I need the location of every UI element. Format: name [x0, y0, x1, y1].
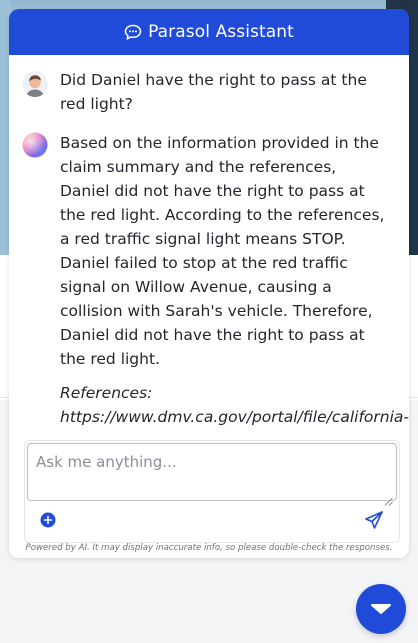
resize-grip-icon[interactable] [384, 491, 393, 506]
user-message-text: Did Daniel have the right to pass at the… [60, 71, 367, 113]
scroll-down-button[interactable] [356, 584, 406, 634]
assistant-message-text: Based on the information provided in the… [60, 134, 385, 368]
plus-circle-icon [40, 512, 56, 528]
assistant-panel: Parasol Assistant Did Daniel have the ri… [9, 9, 409, 558]
send-button[interactable] [363, 509, 385, 531]
chat-input[interactable] [27, 443, 397, 501]
send-icon [365, 511, 383, 529]
chat-composer [24, 440, 400, 543]
assistant-orb-avatar [22, 132, 48, 158]
assistant-header: Parasol Assistant [9, 9, 409, 55]
chat-bubble-icon [124, 24, 142, 41]
ai-disclaimer: Powered by AI. It may display inaccurate… [25, 543, 393, 553]
assistant-message-body: Based on the information provided in the… [60, 131, 409, 430]
assistant-title: Parasol Assistant [148, 22, 294, 42]
attach-button[interactable] [39, 511, 57, 529]
user-avatar [22, 71, 48, 97]
chevron-down-icon [371, 604, 391, 614]
message-list[interactable]: Did Daniel have the right to pass at the… [9, 55, 409, 430]
assistant-message-references: References: https://www.dmv.ca.gov/porta… [60, 384, 409, 426]
